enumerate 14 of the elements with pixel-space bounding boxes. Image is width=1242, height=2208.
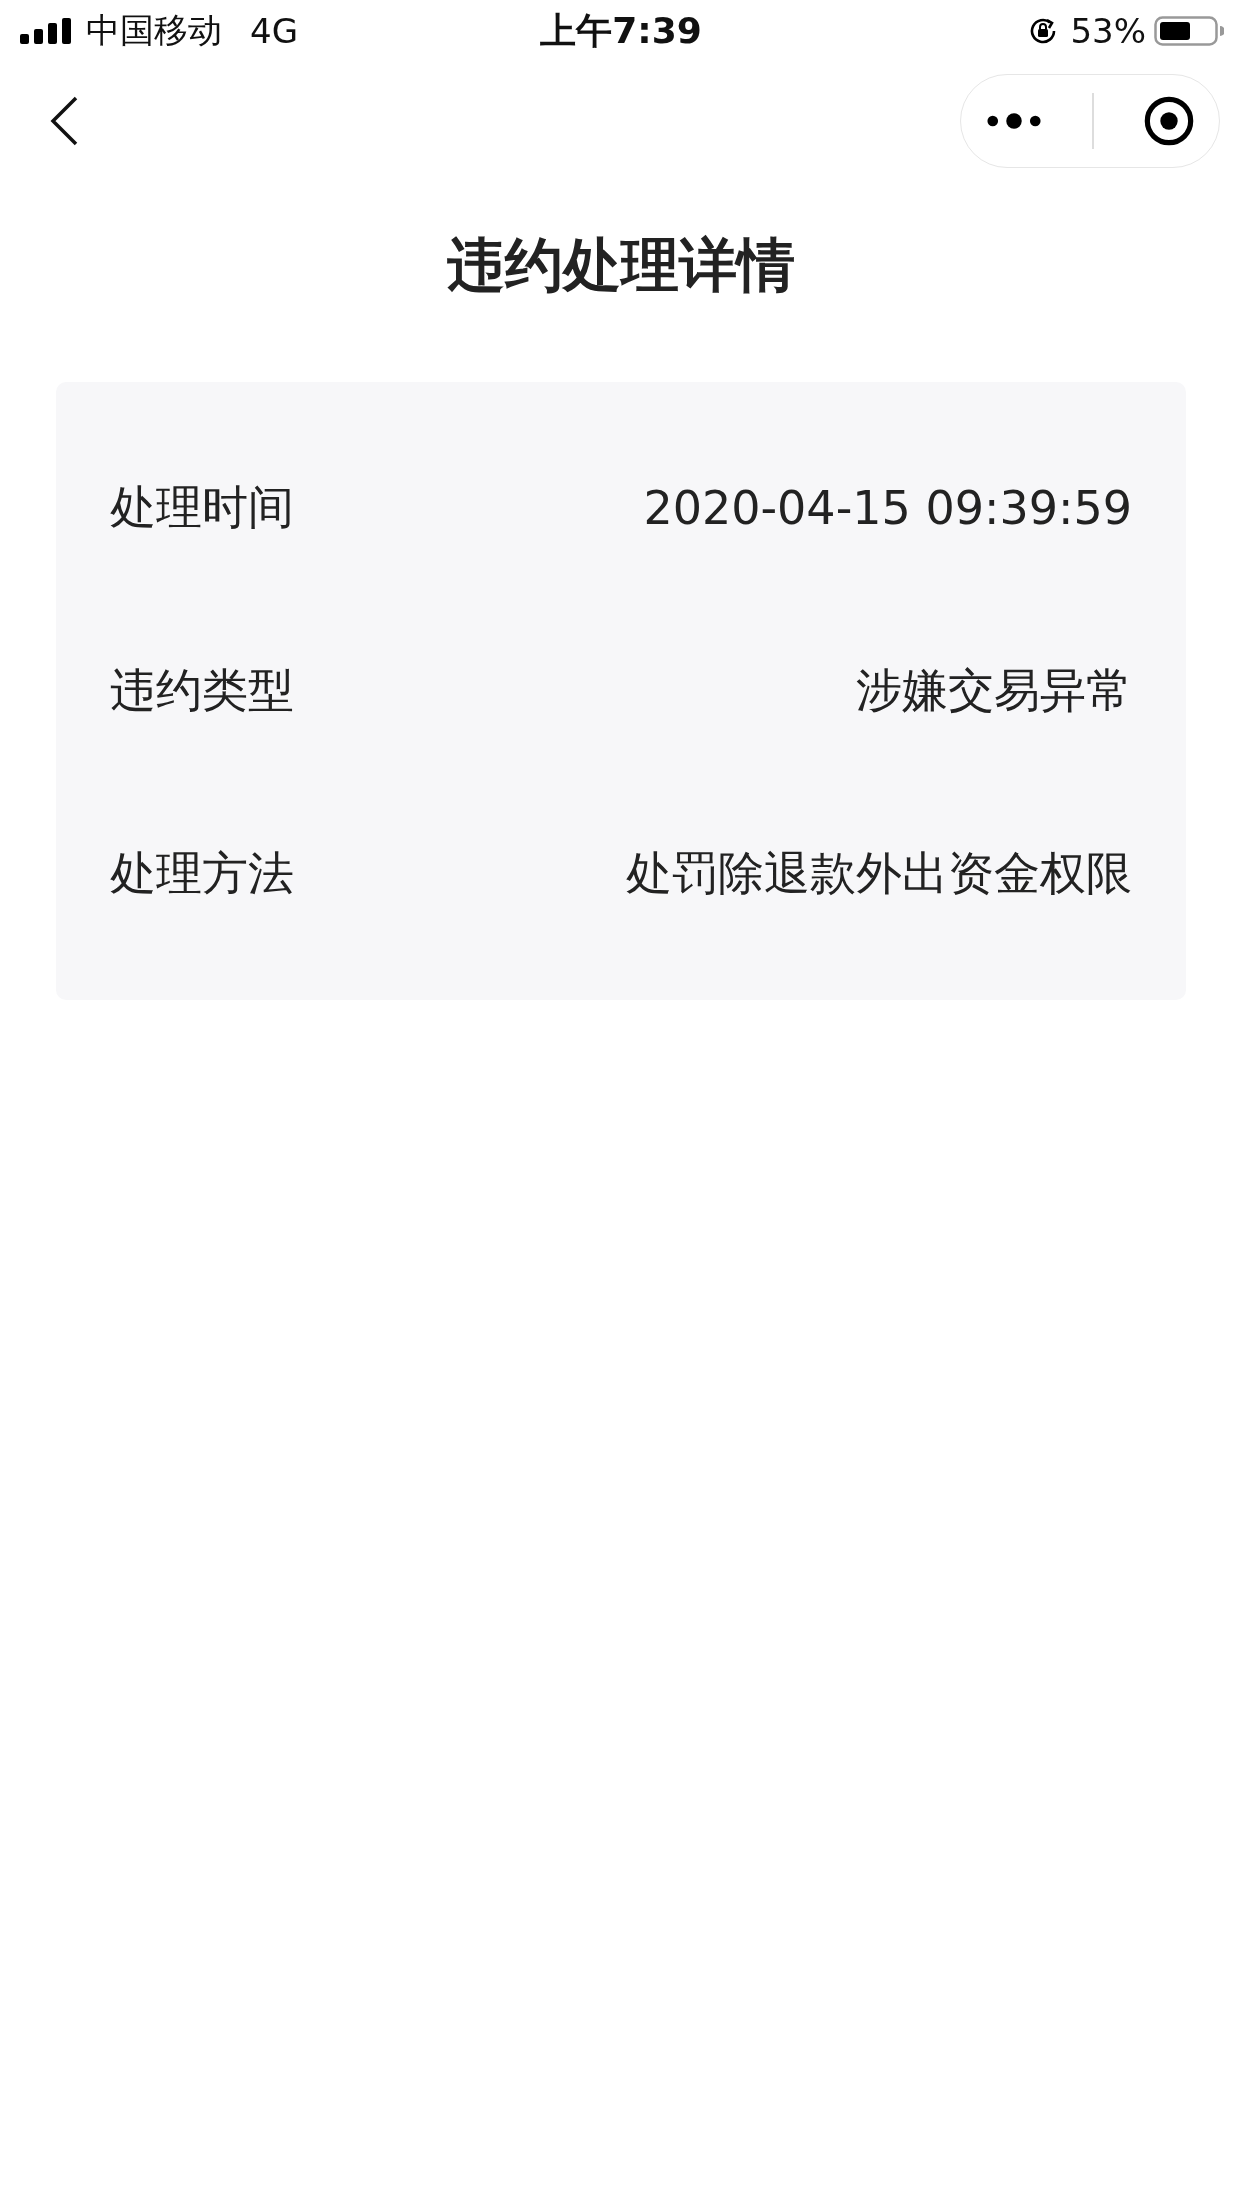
detail-label: 违约类型 [110,661,294,719]
detail-value: 2020-04-15 09:39:59 [643,480,1132,535]
detail-label: 处理方法 [110,844,294,902]
page-title: 违约处理详情 [446,230,796,300]
detail-label: 处理时间 [110,478,294,536]
detail-value: 处罚除退款外出资金权限 [626,844,1132,902]
status-time: 上午7:39 [540,8,702,53]
back-icon[interactable] [48,95,80,147]
network-type: 4G [250,11,298,51]
signal-icon [20,18,72,44]
detail-value: 涉嫌交易异常 [856,661,1132,719]
carrier-name: 中国移动 [86,9,222,52]
battery-icon [1154,16,1224,46]
battery-percent: 53% [1070,11,1146,51]
